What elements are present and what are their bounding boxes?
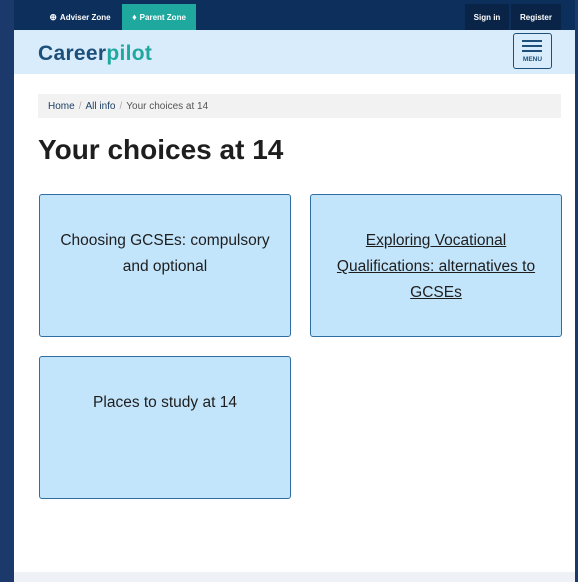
careerpilot-logo[interactable]: Careerpilot [38,42,152,66]
breadcrumb-all-info[interactable]: All info [85,101,115,112]
adviser-zone-tab[interactable]: ⊕ Adviser Zone [40,4,120,30]
card-choosing-gcses[interactable]: Choosing GCSEs: compulsory and optional [39,194,291,337]
sign-in-link[interactable]: Sign in [465,4,509,30]
card-label: Exploring Vocational Qualifications: alt… [336,232,536,301]
compass-icon: ⊕ [49,11,57,22]
breadcrumb-separator: / [119,100,123,112]
page-frame: ⊕ Adviser Zone ♦ Parent Zone Sign in Reg… [14,0,575,582]
footer-strip [14,572,575,582]
register-link[interactable]: Register [511,4,561,30]
site-header: Careerpilot MENU [14,30,575,74]
breadcrumb: Home / All info / Your choices at 14 [38,94,561,118]
menu-label: MENU [522,56,543,63]
person-icon: ♦ [132,12,137,22]
hamburger-icon [522,40,542,42]
card-places-to-study[interactable]: Places to study at 14 [39,356,291,499]
parent-zone-label: Parent Zone [139,12,186,22]
logo-career-text: Career [38,42,107,65]
card-exploring-vocational[interactable]: Exploring Vocational Qualifications: alt… [310,194,562,337]
top-bar: ⊕ Adviser Zone ♦ Parent Zone Sign in Reg… [14,0,575,30]
menu-button[interactable]: MENU [513,33,552,69]
logo-pilot-text: pilot [106,42,153,65]
card-label: Choosing GCSEs: compulsory and optional [60,232,270,275]
adviser-zone-label: Adviser Zone [59,12,111,22]
breadcrumb-separator: / [78,100,82,112]
card-label: Places to study at 14 [93,394,237,411]
page-title: Your choices at 14 [38,134,284,165]
parent-zone-tab[interactable]: ♦ Parent Zone [122,4,196,30]
breadcrumb-home[interactable]: Home [48,101,75,112]
breadcrumb-current: Your choices at 14 [126,100,209,112]
